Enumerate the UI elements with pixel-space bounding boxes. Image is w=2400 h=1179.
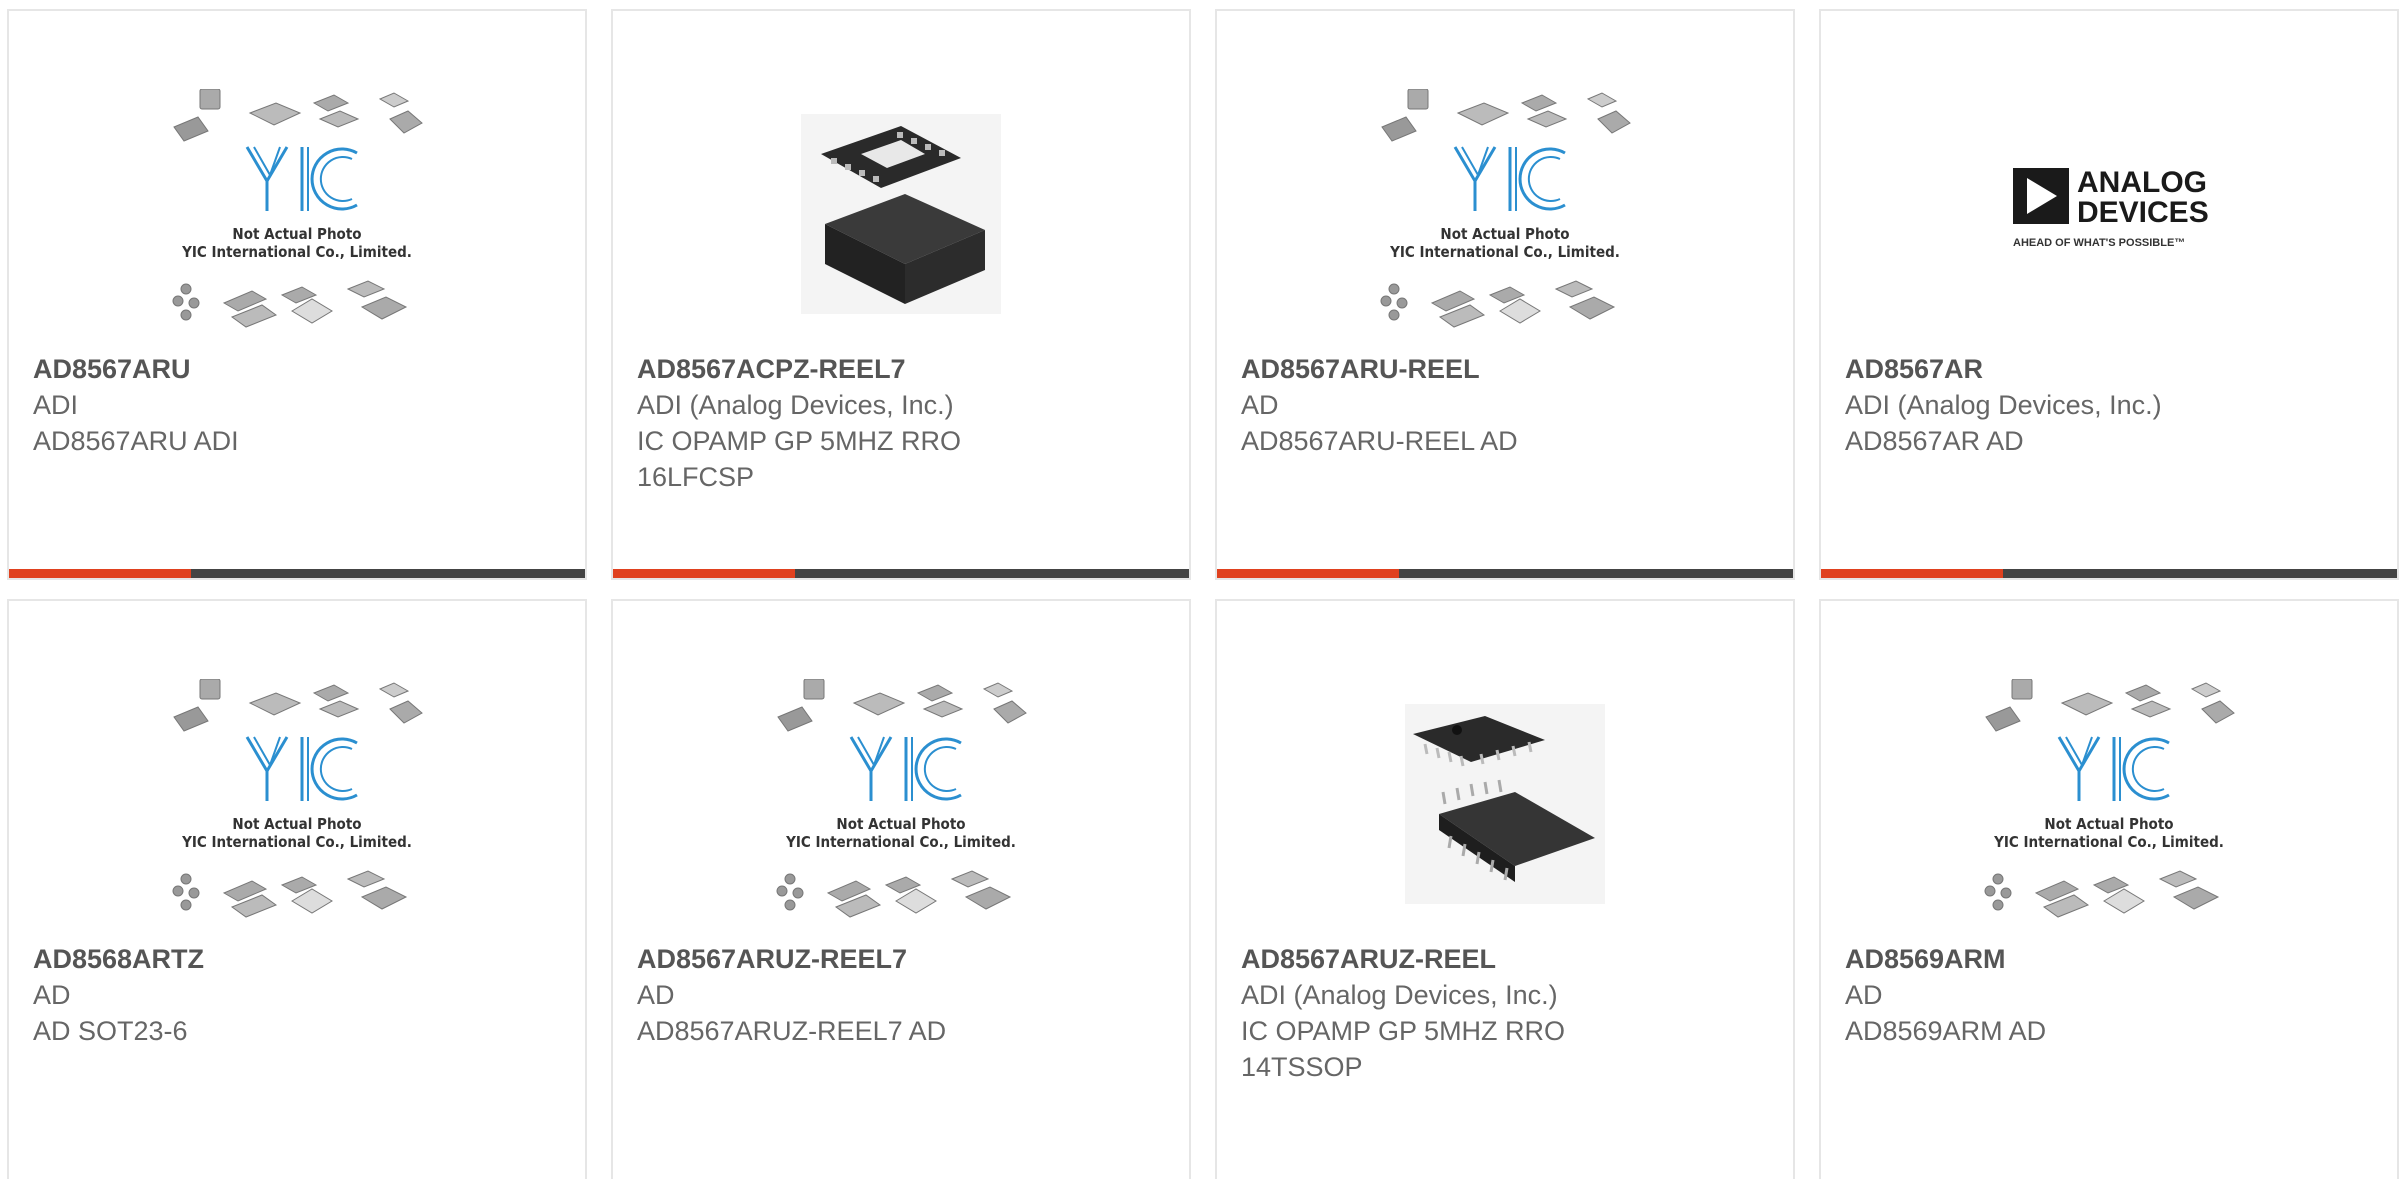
part-number[interactable]: AD8567ARUZ-REEL7 [637,941,1165,977]
product-card[interactable]: AD8567ACPZ-REEL7 ADI (Analog Devices, In… [611,9,1191,580]
description: AD8569ARM AD [1845,1016,2047,1046]
product-image[interactable] [1217,669,1793,939]
description: AD SOT23-6 [33,1016,188,1046]
placeholder-image: Not Actual Photo YIC International Co., … [1380,89,1631,328]
lfcsp-chip-image [801,114,1001,314]
manufacturer: ADI (Analog Devices, Inc.) [637,390,954,420]
manufacturer: AD [33,980,71,1010]
manufacturer: ADI [33,390,79,420]
product-card[interactable]: Not Actual Photo YIC International Co., … [7,599,587,1179]
card-underline-accent [613,569,795,578]
placeholder-caption-2: YIC International Co., Limited. [181,833,412,851]
placeholder-caption-1: Not Actual Photo [232,225,361,243]
card-underline-accent [1217,569,1399,578]
part-number[interactable]: AD8567ARU-REEL [1241,351,1769,387]
placeholder-caption-2: YIC International Co., Limited. [181,243,412,261]
description: IC OPAMP GP 5MHZ RRO 16LFCSP [637,426,962,492]
adi-logo: ANALOG DEVICES AHEAD OF WHAT'S POSSIBLE™ [2013,166,2209,249]
product-card[interactable]: Not Actual Photo YIC International Co., … [1819,599,2399,1179]
description: AD8567AR AD [1845,426,2024,456]
part-number[interactable]: AD8567ARU [33,351,561,387]
manufacturer: AD [1241,390,1279,420]
product-image[interactable]: Not Actual Photo YIC International Co., … [1217,79,1793,349]
product-image[interactable]: Not Actual Photo YIC International Co., … [9,669,585,939]
product-image[interactable]: Not Actual Photo YIC International Co., … [613,669,1189,939]
product-card[interactable]: ANALOG DEVICES AHEAD OF WHAT'S POSSIBLE™… [1819,9,2399,580]
adi-logo-line2: DEVICES [2077,196,2209,229]
product-card[interactable]: Not Actual Photo YIC International Co., … [611,599,1191,1179]
card-underline [1821,569,2397,578]
card-underline-accent [1821,569,2003,578]
product-image[interactable] [613,79,1189,349]
manufacturer: ADI (Analog Devices, Inc.) [1241,980,1558,1010]
part-number[interactable]: AD8569ARM [1845,941,2373,977]
manufacturer: AD [637,980,675,1010]
description: AD8567ARUZ-REEL7 AD [637,1016,947,1046]
manufacturer: ADI (Analog Devices, Inc.) [1845,390,2162,420]
part-number[interactable]: AD8568ARTZ [33,941,561,977]
product-grid: Not Actual Photo YIC International Co., … [0,0,2400,1179]
adi-logo-tagline: AHEAD OF WHAT'S POSSIBLE™ [2013,237,2185,249]
placeholder-caption-2: YIC International Co., Limited. [785,833,1016,851]
placeholder-image: Not Actual Photo YIC International Co., … [172,89,423,328]
card-underline [9,569,585,578]
part-number[interactable]: AD8567ACPZ-REEL7 [637,351,1165,387]
placeholder-caption-1: Not Actual Photo [232,815,361,833]
card-underline-accent [9,569,191,578]
description: AD8567ARU ADI [33,426,239,456]
placeholder-caption-1: Not Actual Photo [836,815,965,833]
placeholder-image: Not Actual Photo YIC International Co., … [1984,679,2235,918]
placeholder-image: Not Actual Photo YIC International Co., … [776,679,1027,918]
manufacturer: AD [1845,980,1883,1010]
placeholder-caption-1: Not Actual Photo [2044,815,2173,833]
part-number[interactable]: AD8567ARUZ-REEL [1241,941,1769,977]
product-card[interactable]: Not Actual Photo YIC International Co., … [7,9,587,580]
product-image[interactable]: Not Actual Photo YIC International Co., … [1821,669,2397,939]
description: IC OPAMP GP 5MHZ RRO 14TSSOP [1241,1016,1566,1082]
product-card[interactable]: AD8567ARUZ-REEL ADI (Analog Devices, Inc… [1215,599,1795,1179]
product-image[interactable]: Not Actual Photo YIC International Co., … [9,79,585,349]
placeholder-caption-2: YIC International Co., Limited. [1389,243,1620,261]
placeholder-caption-2: YIC International Co., Limited. [1993,833,2224,851]
part-number[interactable]: AD8567AR [1845,351,2373,387]
description: AD8567ARU-REEL AD [1241,426,1518,456]
card-underline [1217,569,1793,578]
product-card[interactable]: Not Actual Photo YIC International Co., … [1215,9,1795,580]
placeholder-image: Not Actual Photo YIC International Co., … [172,679,423,918]
tssop-chip-image [1405,704,1605,904]
placeholder-caption-1: Not Actual Photo [1440,225,1569,243]
product-image[interactable]: ANALOG DEVICES AHEAD OF WHAT'S POSSIBLE™ [1821,79,2397,349]
adi-logo-line1: ANALOG [2077,166,2207,199]
card-underline [613,569,1189,578]
